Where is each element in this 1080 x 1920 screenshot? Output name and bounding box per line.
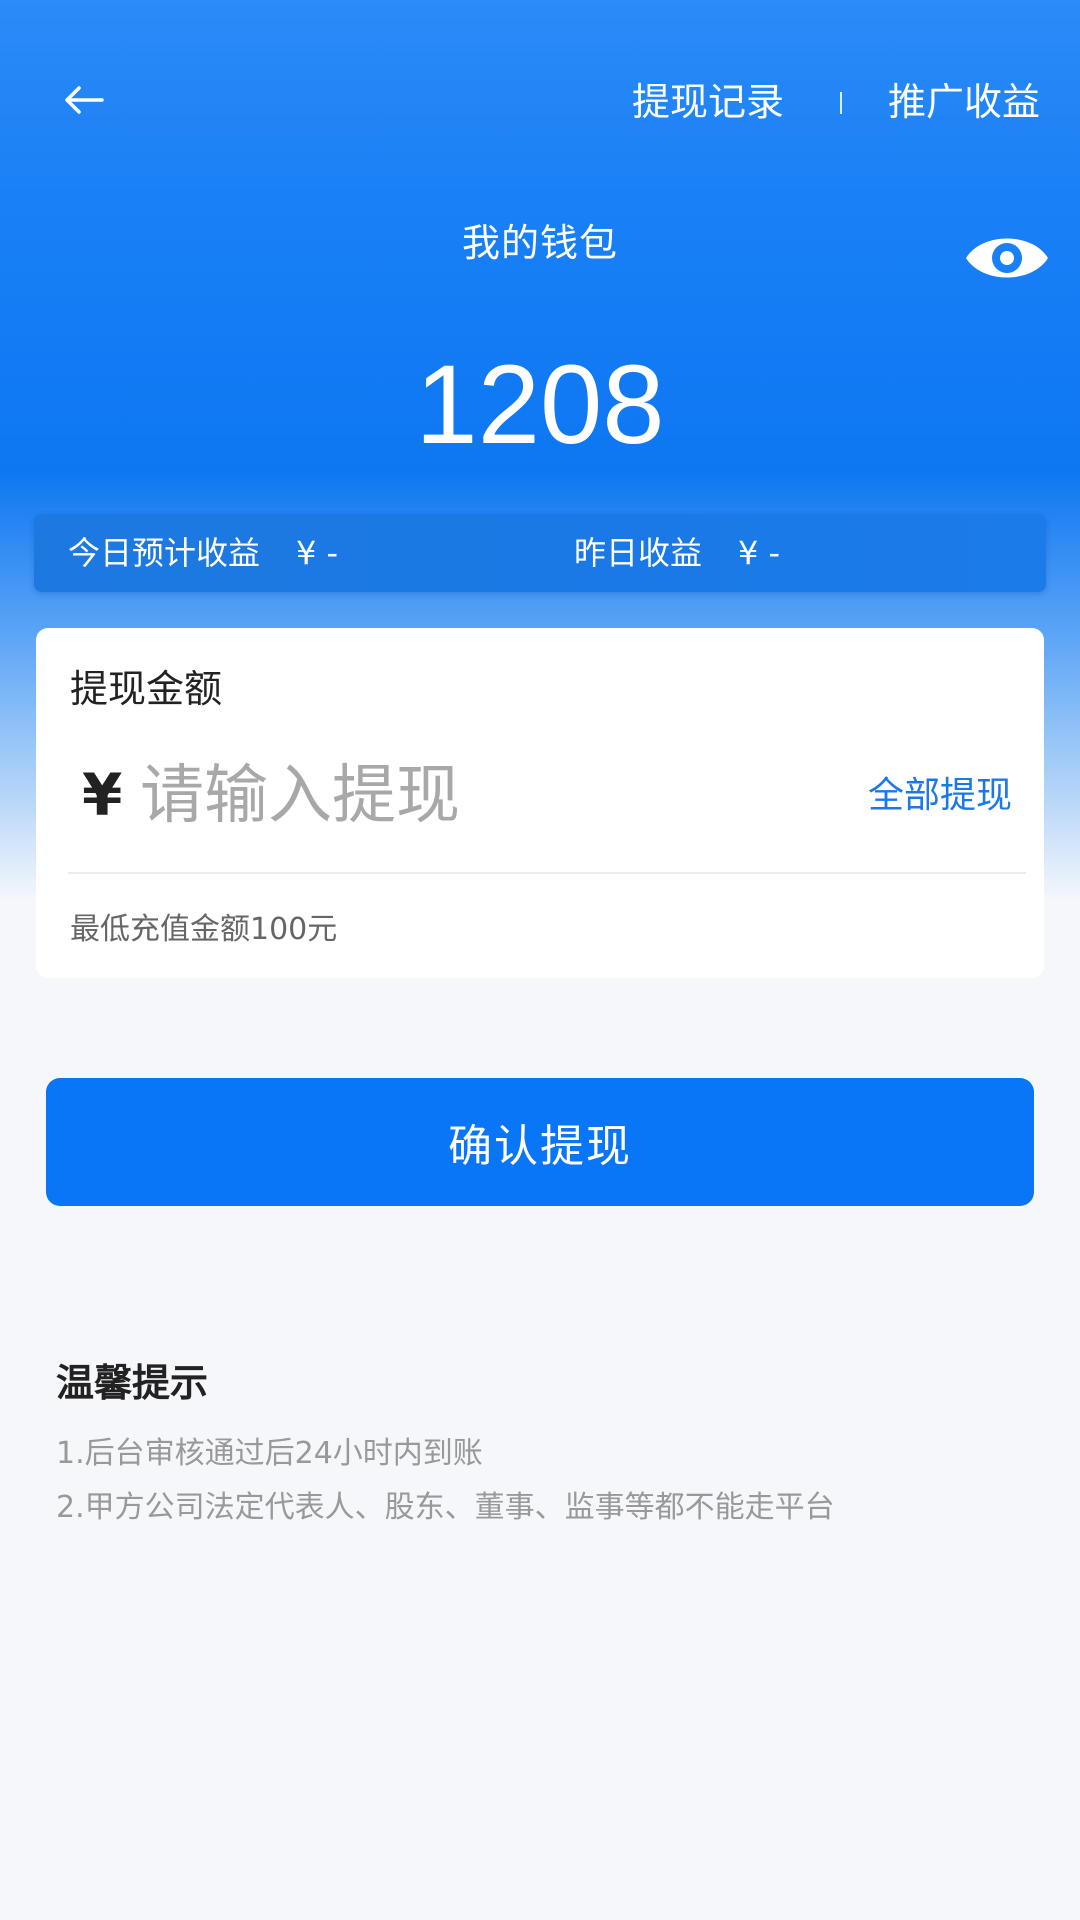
- confirm-withdraw-button[interactable]: 确认提现: [46, 1078, 1034, 1206]
- today-earnings: 今日预计收益 ¥ -: [68, 514, 338, 592]
- withdraw-amount-input[interactable]: [140, 756, 760, 836]
- currency-symbol: ¥: [82, 761, 123, 829]
- tip-item: 1.后台审核通过后24小时内到账: [56, 1436, 483, 1471]
- withdraw-card: 提现金额 ¥ 全部提现 最低充值金额100元: [36, 628, 1044, 978]
- input-divider: [68, 872, 1026, 874]
- tip-item: 2.甲方公司法定代表人、股东、董事、监事等都不能走平台: [56, 1490, 835, 1525]
- header-divider: [840, 92, 842, 114]
- tips-title: 温馨提示: [56, 1361, 209, 1405]
- toggle-balance-visibility-button[interactable]: [964, 230, 1050, 286]
- back-button[interactable]: [52, 68, 116, 132]
- back-arrow-icon: [65, 86, 104, 114]
- today-earnings-label: 今日预计收益: [68, 534, 261, 572]
- minimum-amount-note: 最低充值金额100元: [70, 912, 338, 947]
- withdraw-records-link[interactable]: 提现记录: [632, 72, 784, 132]
- wallet-title: 我的钱包: [461, 221, 618, 265]
- yesterday-earnings-value: ¥ -: [738, 534, 781, 572]
- withdraw-amount-label: 提现金额: [70, 667, 223, 711]
- withdraw-all-button[interactable]: 全部提现: [868, 766, 1012, 826]
- yesterday-earnings-label: 昨日收益: [574, 534, 703, 572]
- wallet-balance: 1208: [415, 342, 665, 467]
- promotion-earnings-link[interactable]: 推广收益: [888, 72, 1040, 132]
- yesterday-earnings: 昨日收益 ¥ -: [574, 514, 780, 592]
- eye-icon: [966, 238, 1048, 278]
- today-earnings-value: ¥ -: [296, 534, 339, 572]
- earnings-summary: 今日预计收益 ¥ - 昨日收益 ¥ -: [34, 514, 1046, 592]
